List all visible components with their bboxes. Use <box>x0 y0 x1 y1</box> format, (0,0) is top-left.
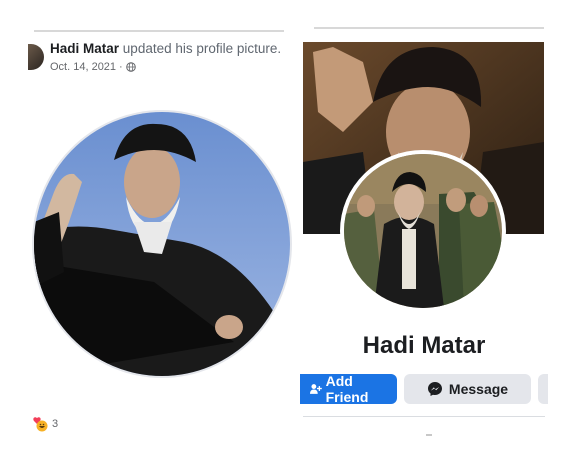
laugh-heart-reaction-icon <box>33 417 48 432</box>
post-action-text: updated his profile picture. <box>122 41 282 56</box>
divider <box>303 416 545 417</box>
message-button[interactable]: Message <box>404 374 531 404</box>
profile-picture-photo[interactable] <box>32 110 292 378</box>
profile-picture[interactable] <box>340 150 506 312</box>
add-friend-icon <box>310 384 322 394</box>
reaction-count: 3 <box>52 418 59 430</box>
divider <box>34 30 284 32</box>
divider <box>314 27 544 29</box>
profile-picture-image <box>344 154 502 308</box>
profile-name: Hadi Matar <box>362 332 486 359</box>
scroll-indicator <box>426 434 432 436</box>
profile-panel: Hadi Matar Add Friend Message <box>300 0 576 460</box>
message-label: Message <box>448 381 509 397</box>
globe-icon <box>125 62 136 72</box>
reactions-summary[interactable]: 3 <box>32 416 58 432</box>
date-separator: · <box>119 61 123 73</box>
add-friend-label: Add Friend <box>325 373 369 405</box>
add-friend-button[interactable]: Add Friend <box>300 373 397 405</box>
post-meta: Oct. 14, 2021 · <box>50 61 136 73</box>
post-header: Hadi Matar updated his profile picture. <box>50 41 281 56</box>
profile-photo-image <box>34 112 290 376</box>
post-author-avatar[interactable] <box>28 44 44 70</box>
post-panel: Hadi Matar updated his profile picture. … <box>0 0 292 460</box>
more-options-button[interactable] <box>538 374 548 404</box>
post-author-name[interactable]: Hadi Matar <box>50 41 119 56</box>
messenger-icon <box>427 382 442 396</box>
post-date[interactable]: Oct. 14, 2021 <box>50 61 116 73</box>
